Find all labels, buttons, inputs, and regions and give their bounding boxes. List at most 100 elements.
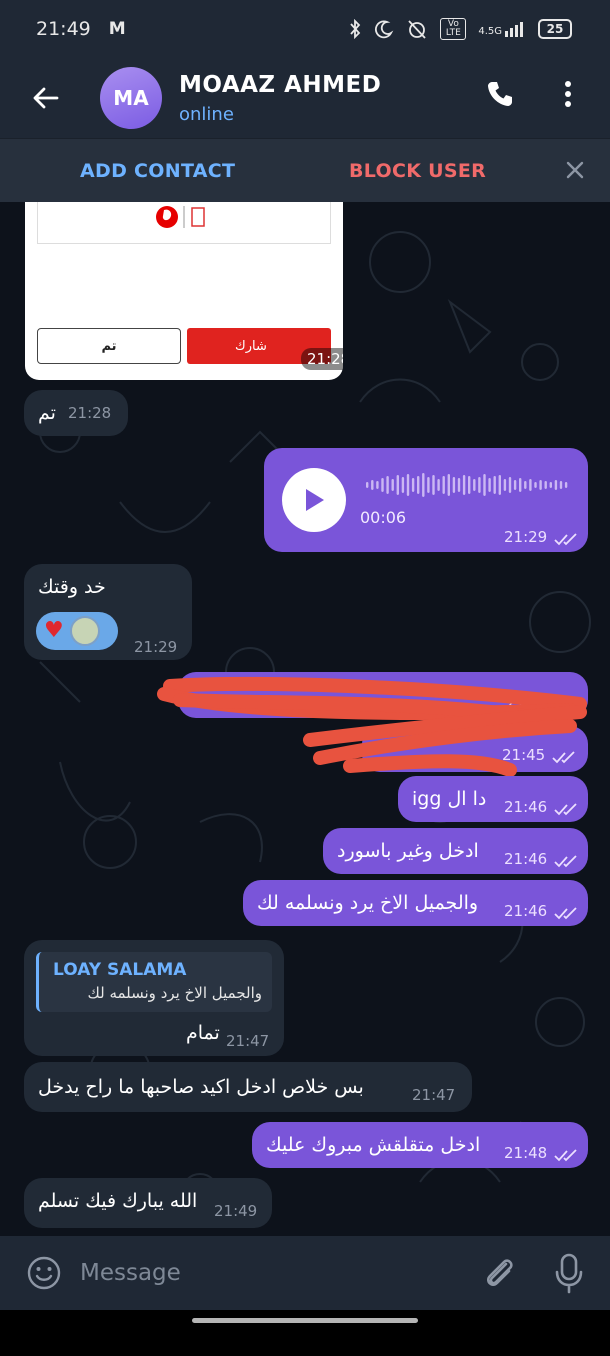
waveform-bar [559,481,563,489]
incoming-message[interactable]: تم 21:28 [24,390,128,436]
message-time: 21:47 [412,1086,456,1104]
arrow-left-icon [33,87,59,109]
waveform-bar [488,478,491,492]
signal-icon [505,22,523,37]
waveform-bar [503,479,507,491]
message-time: 21:46 [504,850,548,868]
battery-icon: 25 [538,19,572,39]
outgoing-message[interactable]: والجميل الاخ يرد ونسلمه لك 21:46 [243,880,588,926]
message-text: تم [38,402,56,424]
message-input-bar [0,1236,610,1310]
add-contact-button[interactable]: ADD CONTACT [80,160,235,182]
waveform-bar [391,479,394,491]
network-type: 4.5G [478,21,526,37]
message-text: خد وقتك [38,576,106,598]
block-user-button[interactable]: BLOCK USER [349,160,486,182]
avatar[interactable]: MA [100,67,162,129]
waveform-bar [386,476,389,494]
microphone-button[interactable] [552,1252,586,1294]
waveform-bar [483,474,486,496]
reactions-pill[interactable]: ♥ [36,612,118,650]
phone-icon [488,82,512,106]
incoming-reply-message[interactable]: LOAY SALAMA والجميل الاخ يرد ونسلمه لك ت… [24,940,284,1056]
contact-status: online [179,103,234,125]
message-time: 21:29 [134,638,178,656]
paperclip-icon [487,1259,513,1286]
status-bar: 21:49 M Vo LTE 4.5G 25 [0,0,610,58]
waveform-bar [422,473,425,497]
waveform-bar [437,479,440,491]
call-button[interactable] [478,72,522,116]
status-right: Vo LTE 4.5G 25 [348,18,572,40]
double-check-icon [554,533,577,546]
message-text: ادخل وغير باسورد [337,840,479,862]
close-action-bar-button[interactable] [562,157,588,183]
smiley-icon [27,1256,61,1290]
waveform-bar [376,481,379,489]
message-time: 21:29 [504,528,548,546]
voice-waveform [366,473,568,497]
reaction-avatar [69,616,100,646]
waveform-bar [366,482,369,488]
waveform-bar [513,480,517,490]
reply-quote-text: والجميل الاخ يرد ونسلمه لك [87,984,262,1002]
emoji-button[interactable] [26,1255,62,1291]
gmail-notification-icon: M [108,19,126,39]
red-scribble-redaction [157,677,587,777]
waveform-bar [411,478,415,492]
status-time: 21:49 [36,18,91,40]
image-done-button: تم [37,328,181,364]
do-not-disturb-moon-icon [375,20,394,39]
chat-area[interactable]: تم شارك 21:28 تم 21:28 00:06 21:29 خد وق… [0,202,610,1236]
title-block[interactable]: MOAAZ AHMED online [179,72,381,125]
waveform-bar [457,478,461,492]
incoming-message[interactable]: بس خلاص ادخل اكيد صاحبها ما راح يدخل 21:… [24,1062,472,1112]
play-icon [306,489,324,511]
waveform-bar [417,476,420,494]
waveform-bar [493,476,496,494]
more-menu-button[interactable] [548,72,588,116]
reply-quote-name: LOAY SALAMA [53,960,187,980]
system-navigation-bar [0,1310,610,1356]
close-icon [566,161,584,179]
image-message[interactable]: تم شارك 21:28 [25,202,343,380]
message-time: 21:47 [226,1032,270,1050]
waveform-bar [564,482,568,488]
waveform-bar [427,477,430,493]
incoming-message[interactable]: خد وقتك ♥ 21:29 [24,564,192,660]
waveform-bar [401,477,405,493]
heart-reaction-icon: ♥ [44,618,64,643]
volte-badge: Vo LTE [440,18,467,40]
message-text: بس خلاص ادخل اكيد صاحبها ما راح يدخل [38,1076,364,1098]
back-button[interactable] [0,58,90,138]
outgoing-message[interactable]: ادخل وغير باسورد 21:46 [323,828,588,874]
waveform-bar [539,480,542,490]
message-text: تمام [186,1022,220,1044]
message-text: ادخل متقلقش مبروك عليك [266,1134,481,1156]
waveform-bar [554,480,558,490]
incoming-message[interactable]: الله يبارك فيك تسلم 21:49 [24,1178,272,1228]
message-time: 21:48 [504,1144,548,1162]
double-check-icon [554,855,577,868]
waveform-bar [406,474,410,496]
waveform-bar [381,478,384,492]
waveform-bar [508,477,512,493]
message-time: 21:46 [504,902,548,920]
vodafone-logo [156,206,205,228]
outgoing-message[interactable]: دا ال igg 21:46 [398,776,588,822]
message-input[interactable] [80,1252,460,1294]
microphone-icon [555,1253,583,1294]
reply-quote[interactable]: LOAY SALAMA والجميل الاخ يرد ونسلمه لك [36,952,272,1012]
attach-button[interactable] [480,1254,518,1292]
outgoing-voice-message[interactable]: 00:06 21:29 [264,448,588,552]
message-time: 21:28 [301,348,343,370]
waveform-bar [498,475,501,495]
message-time: 21:49 [214,1202,258,1220]
message-time: 21:46 [504,798,548,816]
status-left: 21:49 M [36,18,126,40]
outgoing-message[interactable]: ادخل متقلقش مبروك عليك 21:48 [252,1122,588,1168]
waveform-bar [452,477,456,493]
home-gesture-handle[interactable] [192,1318,418,1323]
play-button[interactable] [282,468,346,532]
waveform-bar [396,475,399,495]
